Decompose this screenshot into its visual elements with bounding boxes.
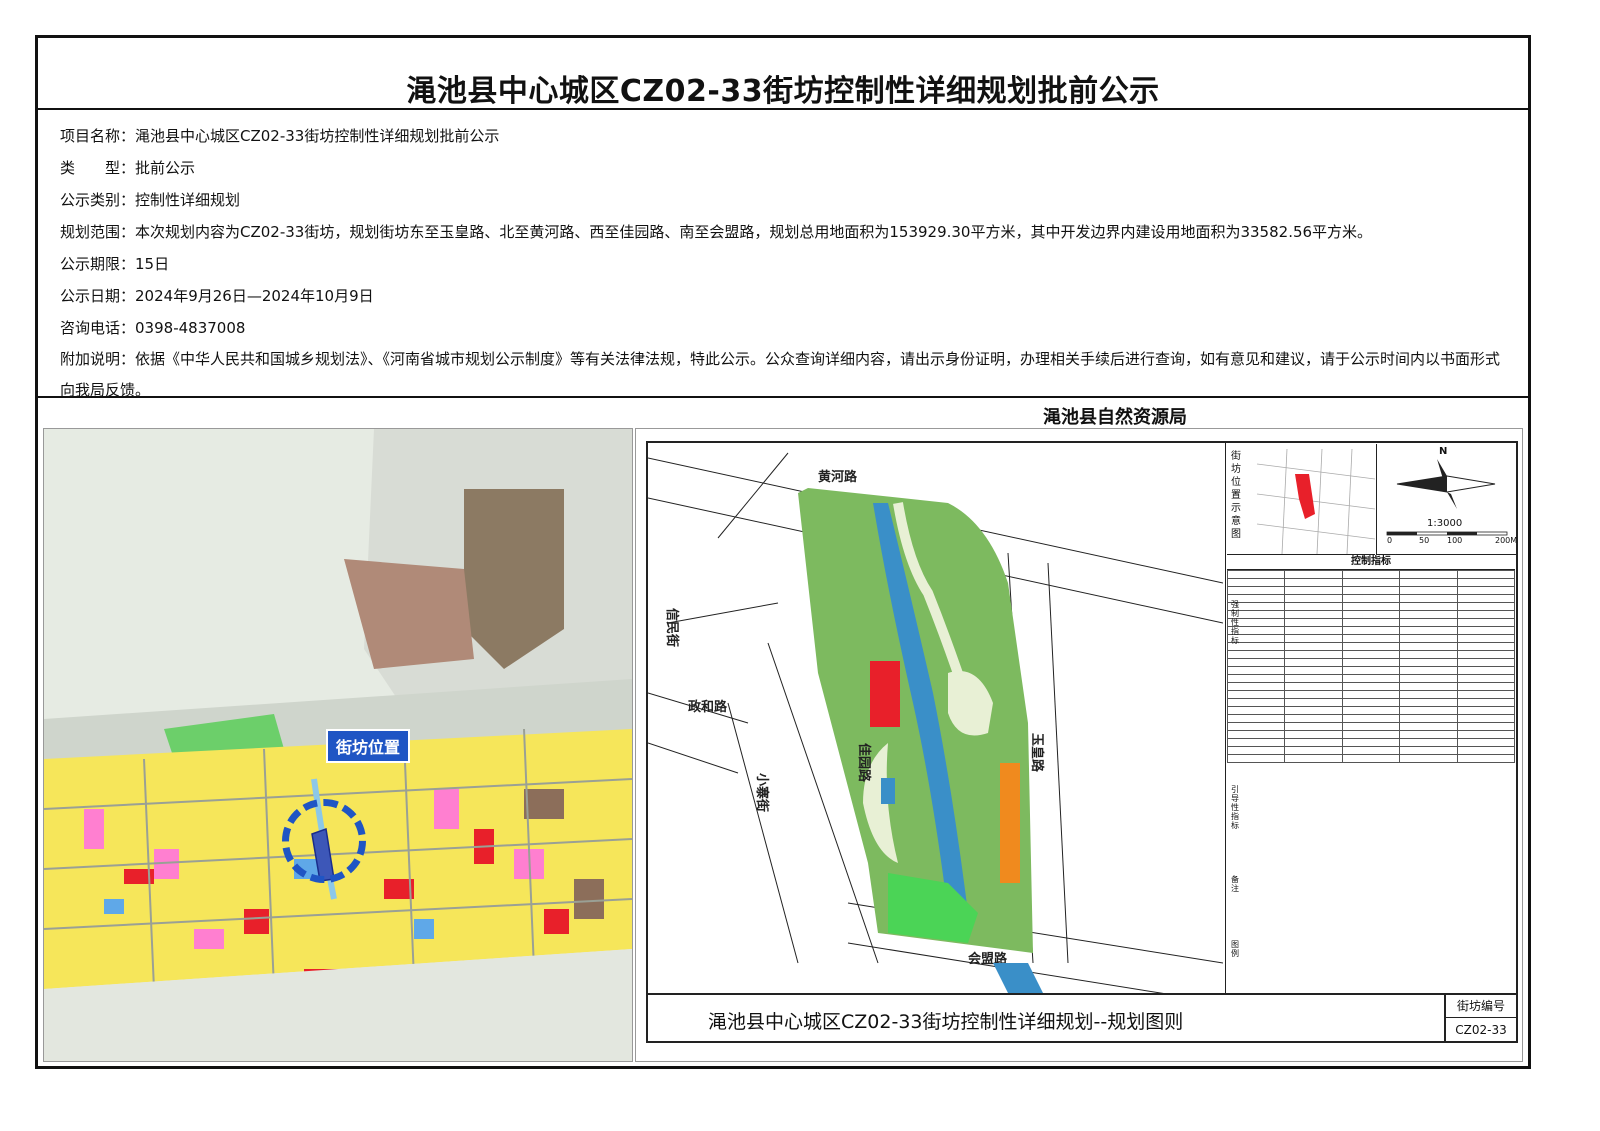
group-remarks: 备注: [1231, 875, 1239, 893]
info-label: 规划范围：: [60, 223, 136, 241]
info-value: 渑池县中心城区CZ02-33街坊控制性详细规划批前公示: [135, 127, 500, 145]
title-divider: [38, 108, 1528, 110]
drawing-side-panel: 街坊位置示意图 N 1:3000 0 50 100 200M 控制指标 强制性指…: [1225, 443, 1518, 993]
info-value: 0398-4837008: [135, 319, 246, 337]
notice-info: 项目名称：渑池县中心城区CZ02-33街坊控制性详细规划批前公示 类 型：批前公…: [60, 120, 1510, 406]
info-category: 公示类别：控制性详细规划: [60, 184, 1510, 216]
page-title: 渑池县中心城区CZ02-33街坊控制性详细规划批前公示: [406, 74, 1160, 109]
info-period: 公示期限：15日: [60, 248, 1510, 280]
drawing-footer: 渑池县中心城区CZ02-33街坊控制性详细规划--规划图则 街坊编号 CZ02-…: [648, 993, 1516, 1043]
group-legend: 图例: [1231, 940, 1239, 958]
info-value: 2024年9月26日—2024年10月9日: [135, 287, 374, 305]
scale-tick: 100: [1447, 536, 1463, 545]
info-value: 控制性详细规划: [135, 191, 241, 209]
control-table-header: 控制指标: [1227, 555, 1515, 570]
info-label: 公示类别：: [60, 191, 136, 209]
block-code-box: 街坊编号 CZ02-33: [1444, 995, 1516, 1043]
location-inset: 街坊位置示意图: [1227, 444, 1375, 555]
info-label: 附加说明：: [60, 350, 136, 368]
plan-map: 黄河路 信民街 政和路 佳园路 小寨街 玉皇路 会盟路: [648, 443, 1223, 993]
location-inset-graphic: [1256, 448, 1375, 554]
road-label-xiaozhai: 小寨街: [754, 773, 770, 812]
road-label-zhenghe: 政和路: [688, 699, 728, 715]
info-label: 公示期限：: [60, 255, 136, 273]
info-type: 类 型：批前公示: [60, 152, 1510, 184]
info-project: 项目名称：渑池县中心城区CZ02-33街坊控制性详细规划批前公示: [60, 120, 1510, 152]
control-indicator-table: 控制指标 强制性指标 引导性指标 备注 图例: [1226, 555, 1516, 958]
info-value: 本次规划内容为CZ02-33街坊，规划街坊东至玉皇路、北至黄河路、西至佳园路、南…: [135, 223, 1373, 241]
road-label-yuhuang: 玉皇路: [1029, 733, 1045, 773]
road-label-huanghe: 黄河路: [818, 469, 858, 485]
group-mandatory: 强制性指标: [1231, 600, 1239, 645]
info-value: 批前公示: [135, 159, 196, 177]
scale-label: 1:3000: [1427, 518, 1463, 529]
notice-frame: 渑池县中心城区CZ02-33街坊控制性详细规划批前公示 项目名称：渑池县中心城区…: [35, 35, 1531, 1069]
scale-tick: 200M: [1495, 536, 1518, 545]
scale-tick: 50: [1419, 536, 1430, 545]
info-label: 项目名称：: [60, 127, 136, 145]
block-location-callout: 街坊位置: [326, 729, 411, 763]
road-label-xinmin: 信民街: [664, 608, 680, 647]
planning-drawing: 黄河路 信民街 政和路 佳园路 小寨街 玉皇路 会盟路 街坊位置示意图 N 1:…: [635, 428, 1523, 1062]
location-map: 街坊位置: [43, 428, 633, 1062]
block-code-label: 街坊编号: [1446, 995, 1516, 1018]
issuer-name: 渑池县自然资源局: [1043, 407, 1187, 428]
block-code-value: CZ02-33: [1455, 1023, 1507, 1037]
north-arrow-scale: N 1:3000 0 50 100 200M: [1376, 444, 1518, 555]
block-location-marker: [282, 799, 366, 883]
drawing-title: 渑池县中心城区CZ02-33街坊控制性详细规划--规划图则: [708, 1011, 1184, 1033]
info-value: 依据《中华人民共和国城乡规划法》、《河南省城市规划公示制度》等有关法律法规，特此…: [60, 350, 1501, 399]
road-label-jiayuan: 佳园路: [856, 743, 872, 783]
info-phone: 咨询电话：0398-4837008: [60, 312, 1510, 344]
info-label: 咨询电话：: [60, 319, 136, 337]
control-table-grid: [1226, 570, 1516, 763]
scale-tick: 0: [1387, 536, 1393, 545]
info-label: 类 型：: [60, 159, 136, 177]
info-date: 公示日期：2024年9月26日—2024年10月9日: [60, 280, 1510, 312]
info-divider: [38, 396, 1528, 398]
plan-map-graphic: 黄河路 信民街 政和路 佳园路 小寨街 玉皇路 会盟路: [648, 443, 1223, 993]
info-scope: 规划范围：本次规划内容为CZ02-33街坊，规划街坊东至玉皇路、北至黄河路、西至…: [60, 216, 1510, 248]
info-label: 公示日期：: [60, 287, 136, 305]
info-value: 15日: [135, 255, 170, 273]
group-guiding: 引导性指标: [1231, 785, 1239, 830]
drawing-frame: 黄河路 信民街 政和路 佳园路 小寨街 玉皇路 会盟路 街坊位置示意图 N 1:…: [646, 441, 1518, 1043]
